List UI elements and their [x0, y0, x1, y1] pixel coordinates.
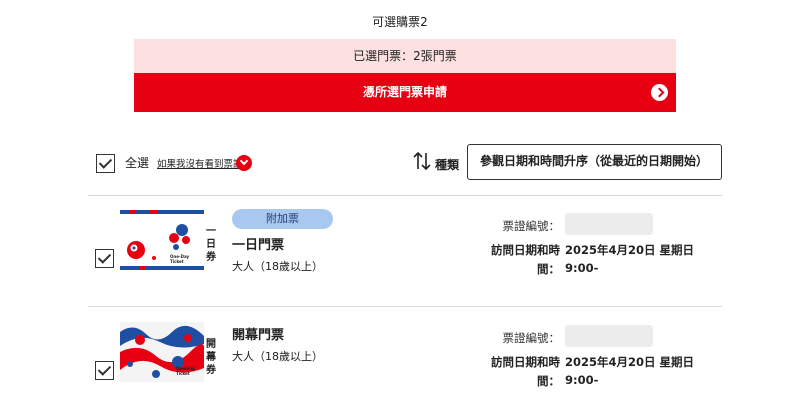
chevron-right-icon — [651, 84, 668, 101]
addon-ticket-badge: 附加票 — [232, 209, 333, 229]
thumb-caption: One-Day Ticket — [170, 254, 190, 264]
visit-time: 9:00- — [565, 373, 599, 387]
visit-datetime-label: 訪問日期和時 — [491, 243, 560, 257]
opening-ticket-thumbnail: Opening Ticket — [120, 322, 204, 382]
chevron-down-icon[interactable] — [236, 155, 252, 171]
visit-datetime-label: 訪問日期和時 — [491, 355, 560, 369]
missing-tickets-link[interactable]: 如果我沒有看到票證 — [157, 156, 243, 170]
apply-button-label: 憑所選門票申請 — [362, 85, 447, 99]
ticket-visitor-type: 大人（18歲以上） — [232, 260, 323, 273]
selected-tickets-summary: 已選門票：2張門票 — [134, 39, 676, 73]
ticket-name: 一日門票 — [232, 238, 285, 253]
visit-time: 9:00- — [565, 261, 599, 275]
ticket-checkbox[interactable] — [95, 249, 114, 268]
divider — [88, 195, 722, 196]
ticket-checkbox[interactable] — [95, 361, 114, 380]
select-all-checkbox[interactable] — [96, 154, 115, 173]
thumb-caption: Opening Ticket — [176, 366, 195, 376]
visit-datetime-label-cont: 間： — [537, 262, 560, 276]
ticket-name: 開幕門票 — [232, 328, 285, 343]
apply-with-selected-button[interactable]: 憑所選門票申請 — [134, 73, 676, 112]
thumb-vertical-title: 開幕券 — [206, 339, 216, 376]
ticket-number-redacted — [565, 213, 653, 235]
ticket-number-label: 票證編號： — [502, 219, 561, 233]
ticket-number-redacted — [565, 325, 653, 347]
sort-type-label: 種類 — [435, 158, 460, 172]
visit-datetime-label-cont: 間： — [537, 374, 560, 388]
ticket-visitor-type: 大人（18歲以上） — [232, 350, 323, 363]
select-all-label: 全選 — [125, 156, 150, 170]
sort-order-select[interactable]: 參觀日期和時間升序（從最近的日期開始） — [467, 144, 722, 180]
thumb-vertical-title: 一日券 — [206, 226, 216, 263]
visit-date: 2025年4月20日 星期日 — [565, 355, 695, 369]
sort-icon[interactable] — [413, 151, 431, 171]
one-day-ticket-thumbnail: One-Day Ticket — [120, 210, 204, 270]
selectable-count-label: 可選購票2 — [372, 15, 428, 29]
ticket-number-label: 票證編號： — [502, 331, 561, 345]
divider — [88, 306, 722, 307]
visit-date: 2025年4月20日 星期日 — [565, 243, 695, 257]
